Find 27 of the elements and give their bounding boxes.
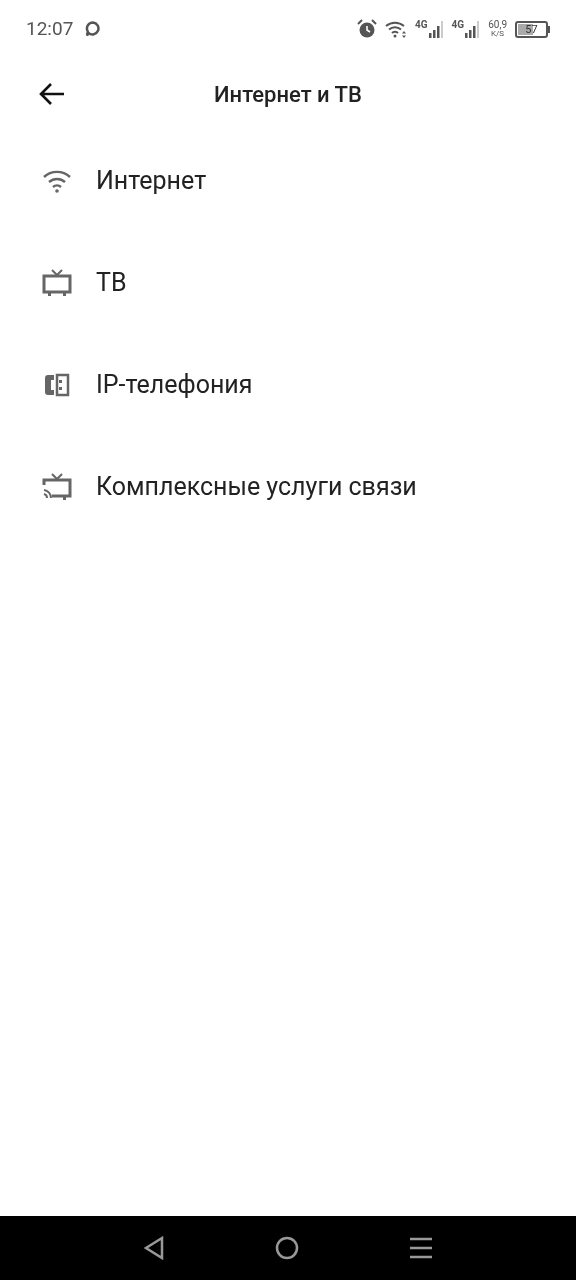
status-time: 12:07	[26, 15, 74, 42]
phone-icon	[44, 373, 70, 397]
back-nav-icon[interactable]	[143, 1236, 165, 1260]
tv-icon	[42, 269, 72, 297]
menu-item-label: IP-телефония	[96, 369, 253, 402]
menu-item-label: ТВ	[96, 267, 127, 300]
menu-item[interactable]: Интернет	[0, 130, 576, 232]
back-arrow-icon	[38, 82, 66, 106]
menu-item-label: Интернет	[96, 165, 207, 198]
signal-icon	[427, 20, 444, 38]
signal-icon	[464, 20, 481, 38]
network-speed: 60,9	[488, 20, 507, 30]
alarm-icon	[357, 19, 378, 39]
wifi-icon	[385, 20, 408, 38]
page-title: Интернет и ТВ	[214, 80, 362, 109]
network-type: 4G	[415, 20, 428, 30]
menu-item[interactable]: IP-телефония	[0, 334, 576, 436]
wifi-icon	[42, 168, 72, 194]
speed-unit: K/S	[491, 30, 505, 38]
menu-item[interactable]: Комплексные услуги связи	[0, 436, 576, 538]
menu-icon[interactable]	[409, 1237, 433, 1259]
home-nav-icon[interactable]	[275, 1236, 299, 1260]
menu-item[interactable]: ТВ	[0, 232, 576, 334]
menu-item-label: Комплексные услуги связи	[96, 471, 417, 504]
network-type: 4G	[451, 20, 465, 30]
message-icon	[85, 21, 102, 37]
cast-tv-icon	[42, 473, 72, 501]
